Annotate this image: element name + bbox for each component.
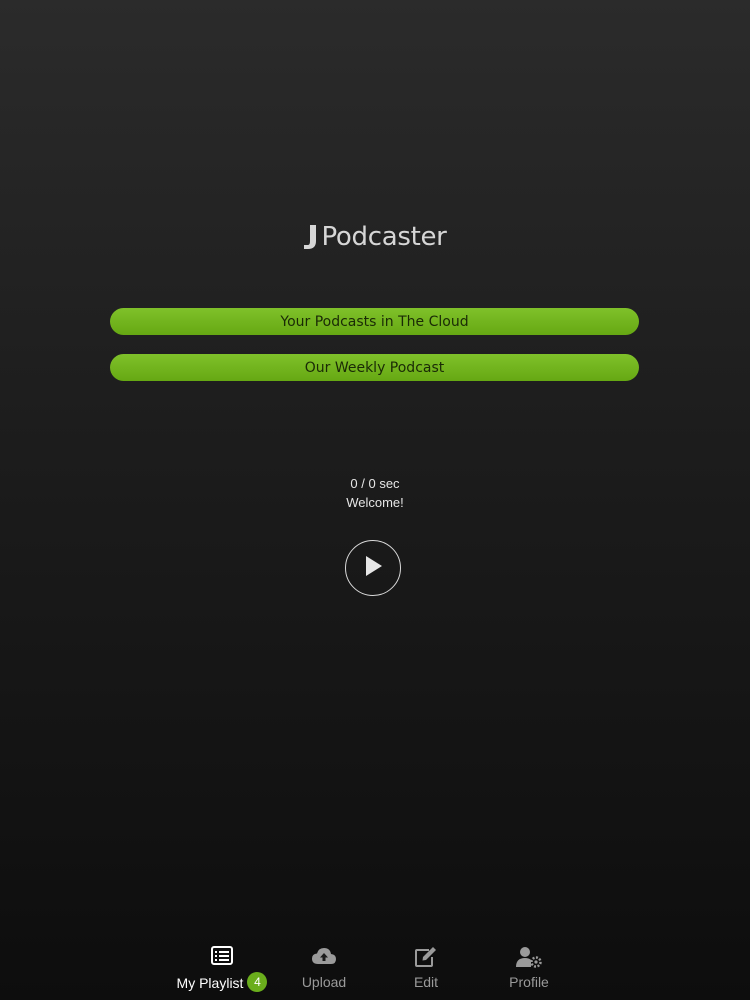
app-title: Podcaster [321,222,447,252]
link-weekly-podcast[interactable]: Our Weekly Podcast [110,354,639,381]
list-icon [211,946,233,972]
app-logo: Podcaster [0,222,750,252]
tab-label-profile: Profile [509,974,549,990]
tab-edit[interactable]: Edit [396,936,456,1000]
play-icon [363,555,383,582]
playlist-count-badge: 4 [247,972,268,992]
link-your-podcasts-cloud[interactable]: Your Podcasts in The Cloud [110,308,639,335]
cloud-upload-icon [311,946,337,972]
play-button[interactable] [345,540,401,596]
logo-container: Podcaster [303,222,447,252]
j-note-logo-icon [303,224,317,250]
playback-time: 0 / 0 sec [350,476,400,491]
tab-profile[interactable]: Profile [498,936,560,1000]
bottom-tab-bar: My Playlist 4 Upload Edit Profile [0,936,750,1000]
player-status-text: Welcome! [346,495,404,510]
tab-my-playlist[interactable]: My Playlist 4 [176,936,268,1000]
tab-label-my-playlist: My Playlist [176,975,244,991]
edit-icon [414,946,438,972]
tab-label-upload: Upload [301,974,347,990]
tab-label-edit: Edit [413,974,439,990]
tab-upload[interactable]: Upload [294,936,354,1000]
user-settings-icon [515,946,543,972]
